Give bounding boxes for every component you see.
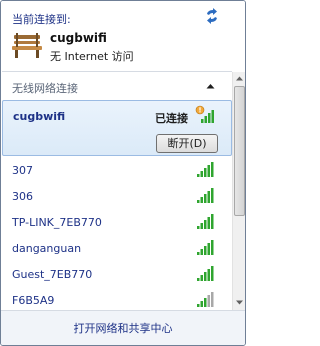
network-name: danganguan [12,242,82,255]
scroll-up-arrow-icon[interactable] [234,74,245,83]
vertical-scrollbar[interactable] [232,72,245,310]
scrollbar-thumb[interactable] [234,86,245,216]
current-network-status: 无 Internet 访问 [50,50,134,63]
network-name: TP-LINK_7EB770 [12,216,102,229]
chevron-up-icon[interactable] [206,83,215,89]
network-item-tp-link[interactable]: TP-LINK_7EB770 [2,210,232,236]
connection-state-label: 已连接 [155,112,188,125]
network-bench-icon [12,33,42,58]
network-sharing-center-link[interactable]: 打开网络和共享中心 [1,320,245,336]
network-name: 306 [12,190,33,203]
signal-strength-icon [197,188,214,203]
signal-strength-icon [197,266,214,281]
network-item-selected[interactable]: cugbwifi 已连接 断开(D) [2,100,232,156]
wireless-section-header[interactable]: 无线网络连接 [2,72,232,100]
connected-to-label: 当前连接到: [12,13,71,26]
network-item-306[interactable]: 306 [2,184,232,210]
network-name: F6B5A9 [12,294,55,307]
footer: 打开网络和共享中心 [1,310,245,345]
signal-strength-icon [197,292,214,307]
wifi-flyout: 当前连接到: cugbwifi 无 Internet 访问 无线网络连接 cug… [0,0,246,346]
signal-warning-icon [195,105,214,123]
scroll-down-arrow-icon[interactable] [234,298,245,307]
signal-strength-icon [197,240,214,255]
disconnect-button[interactable]: 断开(D) [156,134,218,153]
network-item-f6b5a9[interactable]: F6B5A9 [2,288,232,310]
network-item-307[interactable]: 307 [2,158,232,184]
wireless-section-title: 无线网络连接 [12,82,78,95]
refresh-icon[interactable] [203,7,221,25]
current-network-name: cugbwifi [50,31,107,45]
network-name: Guest_7EB770 [12,268,93,281]
network-item-danganguan[interactable]: danganguan [2,236,232,262]
network-name: 307 [12,164,33,177]
signal-strength-icon [197,214,214,229]
network-list: cugbwifi 已连接 断开(D) 307 306 TP-LINK_7EB77… [2,100,232,310]
connection-header: 当前连接到: cugbwifi 无 Internet 访问 [1,1,245,71]
selected-network-name: cugbwifi [13,110,66,123]
network-item-guest[interactable]: Guest_7EB770 [2,262,232,288]
signal-strength-icon [197,162,214,177]
